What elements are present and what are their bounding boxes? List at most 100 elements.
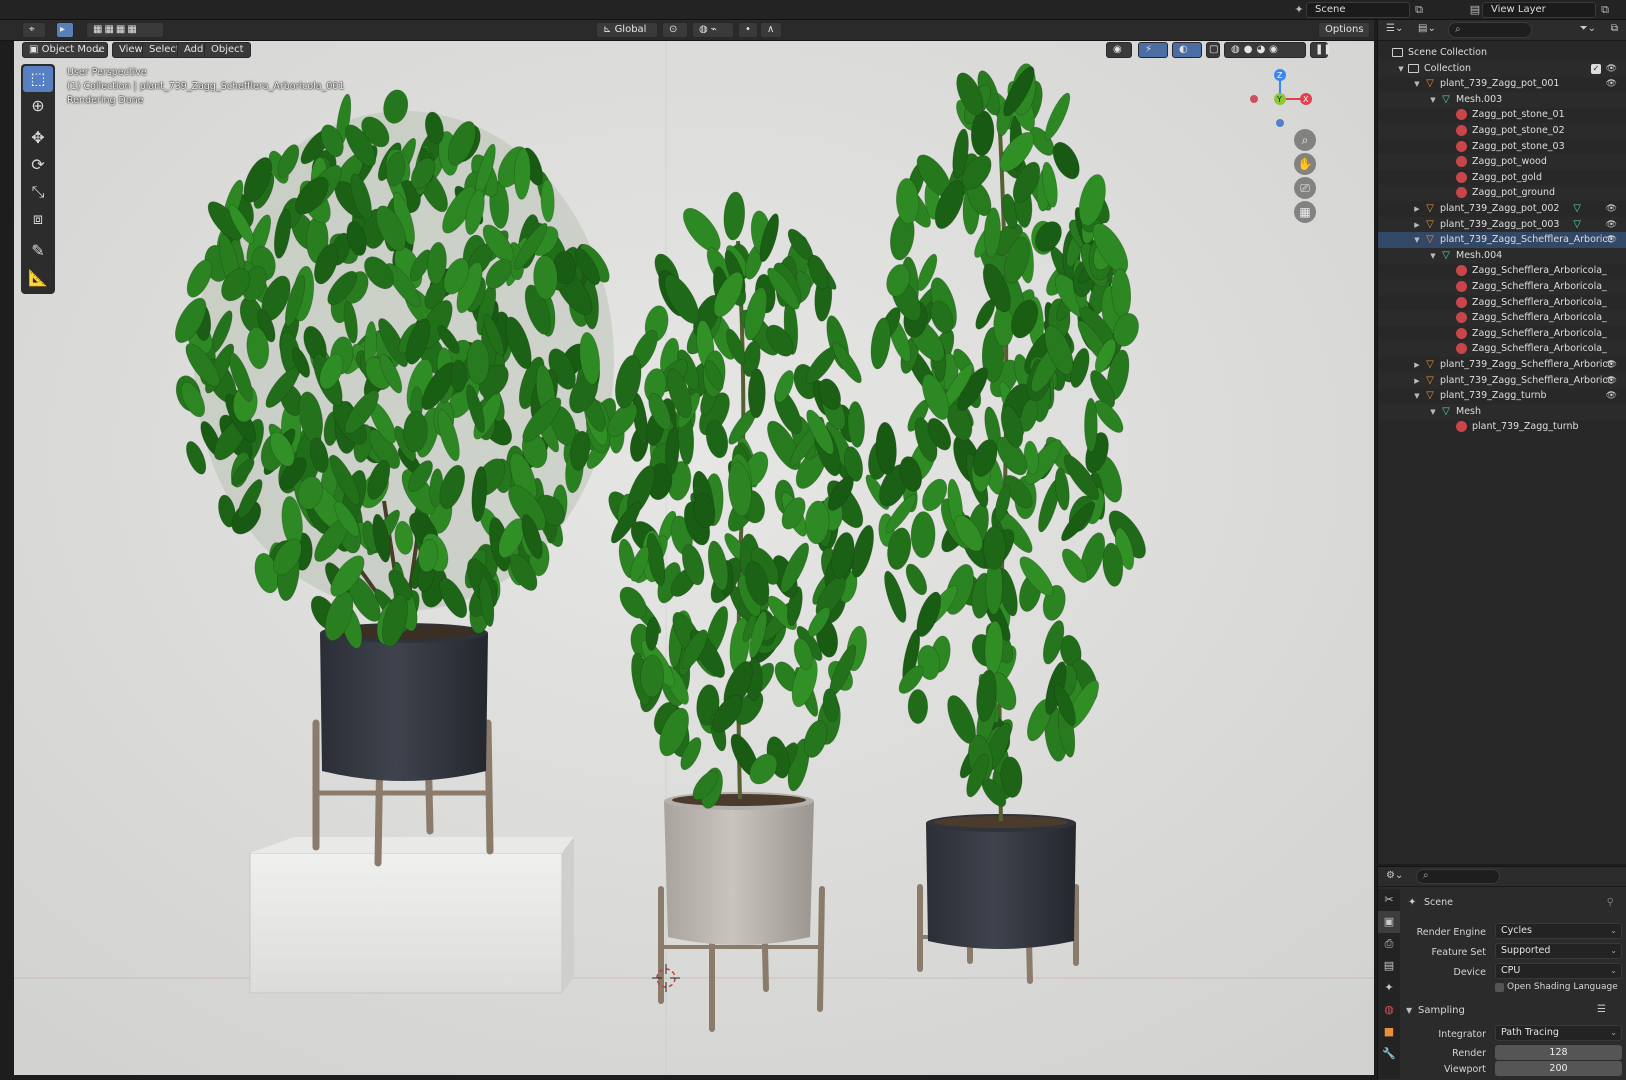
zoom-icon[interactable]: ⌕ [1294,129,1316,151]
xray-icon[interactable]: ▢ [1206,42,1220,58]
outliner-row[interactable]: Zagg_Schefflera_Arboricola_ [1378,310,1626,327]
transform-orientation-dropdown[interactable]: ⊾ Global [596,22,658,38]
new-collection-icon[interactable]: ⧉ [1611,23,1618,34]
expand-down-icon[interactable]: ▼ [1412,232,1422,248]
viewport-samples-field[interactable]: 200 [1495,1061,1622,1076]
navigation-gizmo[interactable]: Z Y X [1240,65,1320,135]
overlay-toggle-icon[interactable]: ◐ [1172,42,1202,58]
outliner-row[interactable]: ▼ ▽ Mesh [1378,403,1626,420]
new-view-layer-icon[interactable]: ⧉ [1598,3,1612,17]
expand-down-icon[interactable]: ▼ [1428,248,1438,264]
editor-type-button[interactable]: ⌖ [22,22,46,38]
new-scene-icon[interactable]: ⧉ [1412,3,1426,17]
expand-down-icon[interactable]: ▼ [1428,92,1438,108]
render-tab-icon[interactable]: ▣ [1378,911,1400,933]
select-box-tool-icon[interactable]: ⬚ [23,66,53,92]
view-layer-icon[interactable]: ▤ [1468,3,1482,17]
expand-down-icon[interactable]: ▼ [1428,404,1438,420]
transform-tool-icon[interactable]: ⧈ [23,206,53,232]
output-tab-icon[interactable]: ⎙ [1378,933,1400,955]
rotate-tool-icon[interactable]: ⟳ [23,152,53,178]
visibility-eye-icon[interactable]: 👁 [1606,232,1617,248]
proportional-edit-icon[interactable]: • [738,22,758,38]
outliner-row[interactable]: Zagg_pot_ground [1378,185,1626,202]
exclude-checkbox[interactable]: ✓ [1591,63,1601,74]
render-engine-dropdown[interactable]: Cycles ⌄ [1495,923,1622,939]
view-layer-tab-icon[interactable]: ▤ [1378,955,1400,977]
options-dropdown[interactable]: Options [1318,22,1370,38]
visibility-eye-icon[interactable]: 👁 [1606,388,1617,404]
gizmo-toggle-icon[interactable]: ⚡ [1138,42,1168,58]
integrator-dropdown[interactable]: Path Tracing ⌄ [1495,1025,1622,1041]
visibility-eye-icon[interactable]: 👁 [1606,217,1617,233]
expand-right-icon[interactable]: ▶ [1412,201,1422,217]
selection-mode-buttons[interactable]: ▦▦▦▦ [86,22,164,38]
properties-search-input[interactable]: ⌕ [1416,869,1500,884]
outliner-row[interactable]: Zagg_pot_stone_01 [1378,107,1626,123]
outliner-row[interactable]: ▶ ▽ plant_739_Zagg_Schefflera_Arboricc 👁 [1378,357,1626,373]
scene-selector[interactable]: Scene [1306,2,1410,18]
outliner-row[interactable]: ▼ ▽ Mesh.003 [1378,91,1626,108]
visibility-eye-icon[interactable]: 👁 [1606,201,1617,217]
feature-set-dropdown[interactable]: Supported ⌄ [1495,943,1622,959]
visibility-icon[interactable]: ◉ [1106,42,1132,58]
outliner-editor-icon[interactable]: ☰⌄ [1386,23,1403,34]
render-samples-field[interactable]: 128 [1495,1045,1622,1060]
display-mode-icon[interactable]: ▤⌄ [1418,23,1436,34]
outliner-row[interactable]: ▼ ▽ Mesh.004 [1378,247,1626,264]
shading-mode-buttons[interactable]: ◍●◕◉ [1224,42,1306,58]
scene-icon[interactable]: ✦ [1292,3,1306,17]
outliner-row[interactable]: ▼ ▽ plant_739_Zagg_turnb 👁 [1378,388,1626,404]
osl-checkbox[interactable] [1495,983,1504,992]
outliner-row[interactable]: plant_739_Zagg_turnb [1378,419,1626,435]
expand-down-icon[interactable]: ▼ [1412,388,1422,404]
outliner-row[interactable]: ▶ ▽ plant_739_Zagg_pot_002 👁 ▽ [1378,201,1626,217]
filter-icon[interactable]: ⏷⌄ [1580,23,1596,34]
object-tab-icon[interactable]: ■ [1378,1021,1400,1043]
visibility-eye-icon[interactable]: 👁 [1606,357,1617,373]
outliner-search-input[interactable]: ⌕ [1448,22,1532,38]
annotate-tool-icon[interactable]: ✎ [23,238,53,264]
camera-view-icon[interactable]: ⎚ [1294,177,1316,199]
pause-render-icon[interactable]: ❚❚ [1310,42,1332,58]
expand-right-icon[interactable]: ▶ [1412,373,1422,389]
presets-list-icon[interactable]: ☰ [1597,1004,1606,1015]
pin-icon[interactable]: ⚲ [1607,897,1614,908]
menu-object[interactable]: Object [204,42,251,58]
tool-tab-icon[interactable]: ✂ [1378,889,1400,911]
outliner-row[interactable]: Zagg_Schefflera_Arboricola_ [1378,263,1626,279]
cursor-tool-icon[interactable]: ⊕ [23,93,53,119]
visibility-eye-icon[interactable]: 👁 [1606,373,1617,389]
expand-down-icon[interactable]: ▼ [1412,76,1422,92]
outliner-row[interactable]: ▼ ▽ plant_739_Zagg_pot_001 👁 [1378,76,1626,92]
visibility-eye-icon[interactable]: 👁 [1606,76,1617,92]
mode-dropdown[interactable]: ▣ Object Mode ⌄ [22,42,108,58]
orthographic-grid-icon[interactable]: ▦ [1294,201,1316,223]
outliner-row[interactable]: Scene Collection [1378,45,1626,61]
expand-right-icon[interactable]: ▶ [1412,217,1422,233]
select-box-icon[interactable]: ▸ [56,22,74,38]
3d-viewport[interactable]: ▣ Object Mode ⌄ View Select Add Object ◉ … [14,41,1374,1075]
scale-tool-icon[interactable]: ⤡ [23,179,53,205]
scene-tab-icon[interactable]: ✦ [1378,977,1400,999]
world-tab-icon[interactable]: ◍ [1378,999,1400,1021]
measure-tool-icon[interactable]: 📐 [23,265,53,291]
collapse-triangle-icon[interactable]: ▼ [1406,1006,1412,1015]
visibility-eye-icon[interactable]: 👁 [1606,61,1617,77]
outliner-row[interactable]: ▶ ▽ plant_739_Zagg_Schefflera_Arboricc 👁 [1378,372,1626,389]
snap-icon[interactable]: ◍ ⌁ [692,22,734,38]
outliner-row[interactable]: ▶ ▽ plant_739_Zagg_pot_003 👁 ▽ [1378,216,1626,233]
sampling-panel-header[interactable]: Sampling [1418,1005,1465,1016]
outliner-row[interactable]: Zagg_Schefflera_Arboricola_ [1378,326,1626,342]
outliner-row[interactable]: Zagg_pot_stone_02 [1378,123,1626,139]
outliner-row[interactable]: Zagg_pot_stone_03 [1378,139,1626,155]
falloff-icon[interactable]: ∧ [760,22,782,38]
pan-hand-icon[interactable]: ✋ [1294,153,1316,175]
modifier-tab-icon[interactable]: 🔧 [1378,1043,1400,1065]
move-tool-icon[interactable]: ✥ [23,125,53,151]
pivot-point-icon[interactable]: ⊙ [662,22,688,38]
view-layer-selector[interactable]: View Layer [1482,2,1596,18]
outliner-row[interactable]: Zagg_pot_gold [1378,170,1626,186]
device-dropdown[interactable]: CPU ⌄ [1495,963,1622,979]
outliner-row[interactable]: ▼ ▽ plant_739_Zagg_Schefflera_Arboricc 👁 [1378,232,1626,249]
